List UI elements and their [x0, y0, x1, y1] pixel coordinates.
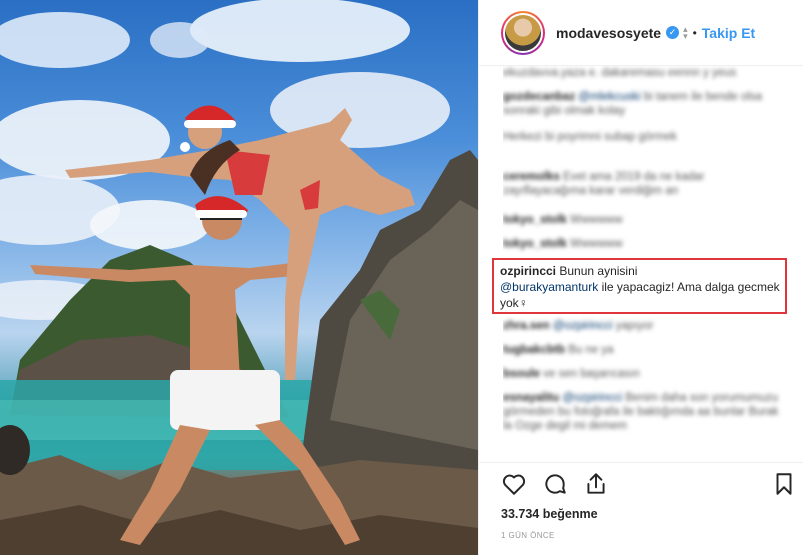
list-item: Herkezi bi poyrimni subap görmek	[503, 131, 677, 143]
photo-scene	[0, 0, 478, 555]
list-item: bsoule ve sen başarıcasın	[503, 368, 640, 380]
list-item: tokyo_stolk Wwwwww	[503, 214, 623, 226]
list-item: tugbakcbtb Bu ne ya	[503, 344, 614, 356]
list-item: gozdecanbaz @mlekcuski bi tanem ile bend…	[503, 91, 763, 117]
comment-mention[interactable]: @burakyamanturk	[500, 280, 598, 294]
post-timestamp[interactable]: 1 GÜN ÖNCE	[501, 531, 555, 540]
heart-icon[interactable]	[501, 471, 527, 497]
username[interactable]: modavesosyete	[556, 25, 661, 41]
post-header: modavesosyete ✓ ▴ ▾ • Takip Et	[479, 0, 803, 66]
bookmark-icon[interactable]	[771, 471, 797, 497]
verified-badge-icon: ✓	[666, 26, 680, 39]
post-actions-bar	[479, 462, 803, 504]
list-item: tokyo_stolk Wwwwww	[503, 238, 623, 250]
avatar[interactable]	[501, 10, 545, 55]
post-photo[interactable]	[0, 0, 478, 555]
likes-count[interactable]: 33.734 beğenme	[501, 507, 598, 521]
list-item: ekuzdavva.yaza e. dakaremasu eennn y yeu…	[503, 67, 737, 79]
comment-username[interactable]: ozpirincci	[500, 264, 556, 278]
follow-button[interactable]: Takip Et	[702, 25, 755, 41]
stepper-icon: ▴ ▾	[683, 23, 688, 41]
comment-text: Bunun aynisini	[559, 264, 638, 278]
avatar-image	[503, 12, 543, 53]
comment-icon[interactable]	[542, 471, 568, 497]
list-item: esnayalitu @ozpirincci Benim daha son yo…	[503, 392, 779, 432]
list-item: zhra.sen @ozpirincci yapıyor	[503, 320, 654, 332]
list-item: ceremolks Evet ama 2019 da ne kadar zayı…	[503, 171, 705, 197]
white-shorts	[170, 370, 280, 430]
separator-dot: •	[692, 25, 697, 40]
comment-emoji: ⁣⁣⁣‍♀	[518, 296, 528, 310]
highlighted-comment: ozpirincci Bunun aynisini @burakyamantur…	[500, 263, 785, 311]
share-icon[interactable]	[583, 471, 609, 497]
